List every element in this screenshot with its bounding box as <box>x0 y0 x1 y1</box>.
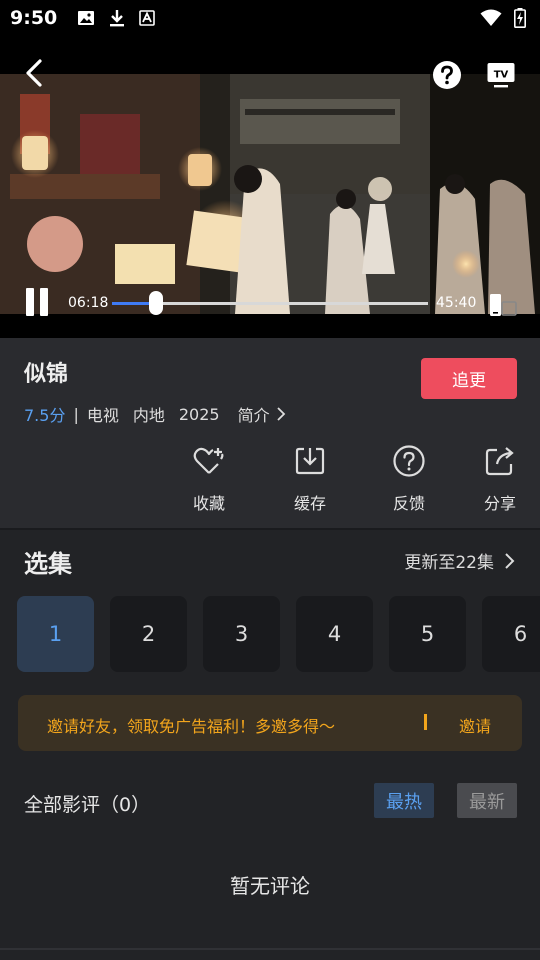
player-controls: 06:18 45:40 <box>0 286 540 322</box>
show-year: 2025 <box>178 404 220 424</box>
show-type: 电视 <box>86 406 119 425</box>
status-notification-icons <box>77 9 156 27</box>
pause-icon[interactable] <box>24 288 52 318</box>
invite-button[interactable]: 邀请 <box>459 713 491 737</box>
episodes-more-link[interactable]: 更新至22集 <box>404 548 516 573</box>
invite-banner[interactable]: 邀请好友，领取免广告福利！多邀多得～ 邀请 <box>18 695 522 751</box>
battery-charging-icon <box>514 8 526 28</box>
share-label: 分享 <box>483 494 516 513</box>
follow-button[interactable]: 追更 <box>421 358 517 399</box>
episode-item[interactable]: 3 <box>203 596 280 672</box>
episode-item[interactable]: 4 <box>296 596 373 672</box>
show-meta: 7.5分 | 电视 内地 2025 简介 <box>24 402 288 426</box>
share-icon <box>485 447 514 476</box>
status-bar: 9:50 <box>0 0 540 36</box>
episode-item[interactable]: 2 <box>110 596 187 672</box>
download-box-icon <box>295 447 325 475</box>
episode-item[interactable]: 5 <box>389 596 466 672</box>
download-icon <box>110 10 125 27</box>
brief-link[interactable]: 简介 <box>238 402 288 426</box>
meta-separator: | <box>73 404 79 424</box>
favorite-button[interactable]: 收藏 <box>179 444 239 514</box>
show-region: 内地 <box>132 406 165 425</box>
show-info-panel: 似锦 追更 7.5分 | 电视 内地 2025 简介 收藏 缓存 反馈 分享 <box>0 338 540 528</box>
show-score: 7.5分 <box>24 406 66 425</box>
bottom-divider <box>0 948 540 950</box>
share-button[interactable]: 分享 <box>470 444 530 514</box>
font-icon <box>139 10 156 26</box>
image-icon <box>78 11 95 25</box>
video-detail-screen: 9:50 TV 06:18 45:40 似锦 追更 7.5分 | 电视 内地 2… <box>0 0 540 960</box>
status-time: 9:50 <box>10 7 58 29</box>
episodes-title: 选集 <box>24 550 72 578</box>
empty-reviews-text: 暂无评论 <box>230 874 310 898</box>
cache-label: 缓存 <box>293 494 326 513</box>
help-icon[interactable] <box>432 60 462 90</box>
reviews-header: 全部影评（0） 最热 最新 <box>0 782 540 822</box>
wifi-icon <box>480 9 502 26</box>
feedback-button[interactable]: 反馈 <box>379 444 439 514</box>
back-arrow-icon[interactable] <box>22 58 48 88</box>
video-player[interactable]: TV 06:18 45:40 <box>0 36 540 338</box>
question-icon <box>393 445 425 477</box>
chevron-right-icon <box>276 407 285 421</box>
show-title: 似锦 <box>24 362 69 387</box>
episode-list: 1 2 3 4 5 6 <box>17 596 540 672</box>
favorite-label: 收藏 <box>192 494 225 513</box>
svg-text:TV: TV <box>494 70 509 81</box>
invite-divider <box>424 714 427 730</box>
current-time: 06:18 <box>68 295 109 311</box>
rotate-screen-icon[interactable] <box>488 292 518 318</box>
tab-newest[interactable]: 最新 <box>457 783 517 818</box>
episodes-header: 选集 更新至22集 <box>0 540 540 580</box>
chevron-right-icon <box>505 552 515 569</box>
video-frame <box>0 74 540 314</box>
feedback-label: 反馈 <box>392 494 425 513</box>
status-system-icons <box>480 8 526 28</box>
episode-item[interactable]: 6 <box>482 596 540 672</box>
action-row: 收藏 缓存 反馈 分享 <box>0 444 540 514</box>
progress-slider[interactable] <box>112 291 428 315</box>
episode-item[interactable]: 1 <box>17 596 94 672</box>
episodes-update-text: 更新至22集 <box>404 553 494 573</box>
reviews-title: 全部影评（0） <box>24 794 151 816</box>
tv-cast-icon[interactable]: TV <box>486 60 516 90</box>
heart-plus-icon <box>193 447 224 474</box>
invite-text: 邀请好友，领取免广告福利！多邀多得～ <box>47 717 336 736</box>
total-time: 45:40 <box>436 295 477 311</box>
cache-button[interactable]: 缓存 <box>280 444 340 514</box>
brief-label: 简介 <box>237 406 270 425</box>
tab-hottest[interactable]: 最热 <box>374 783 434 818</box>
progress-knob[interactable] <box>148 291 163 315</box>
section-divider <box>0 528 540 530</box>
